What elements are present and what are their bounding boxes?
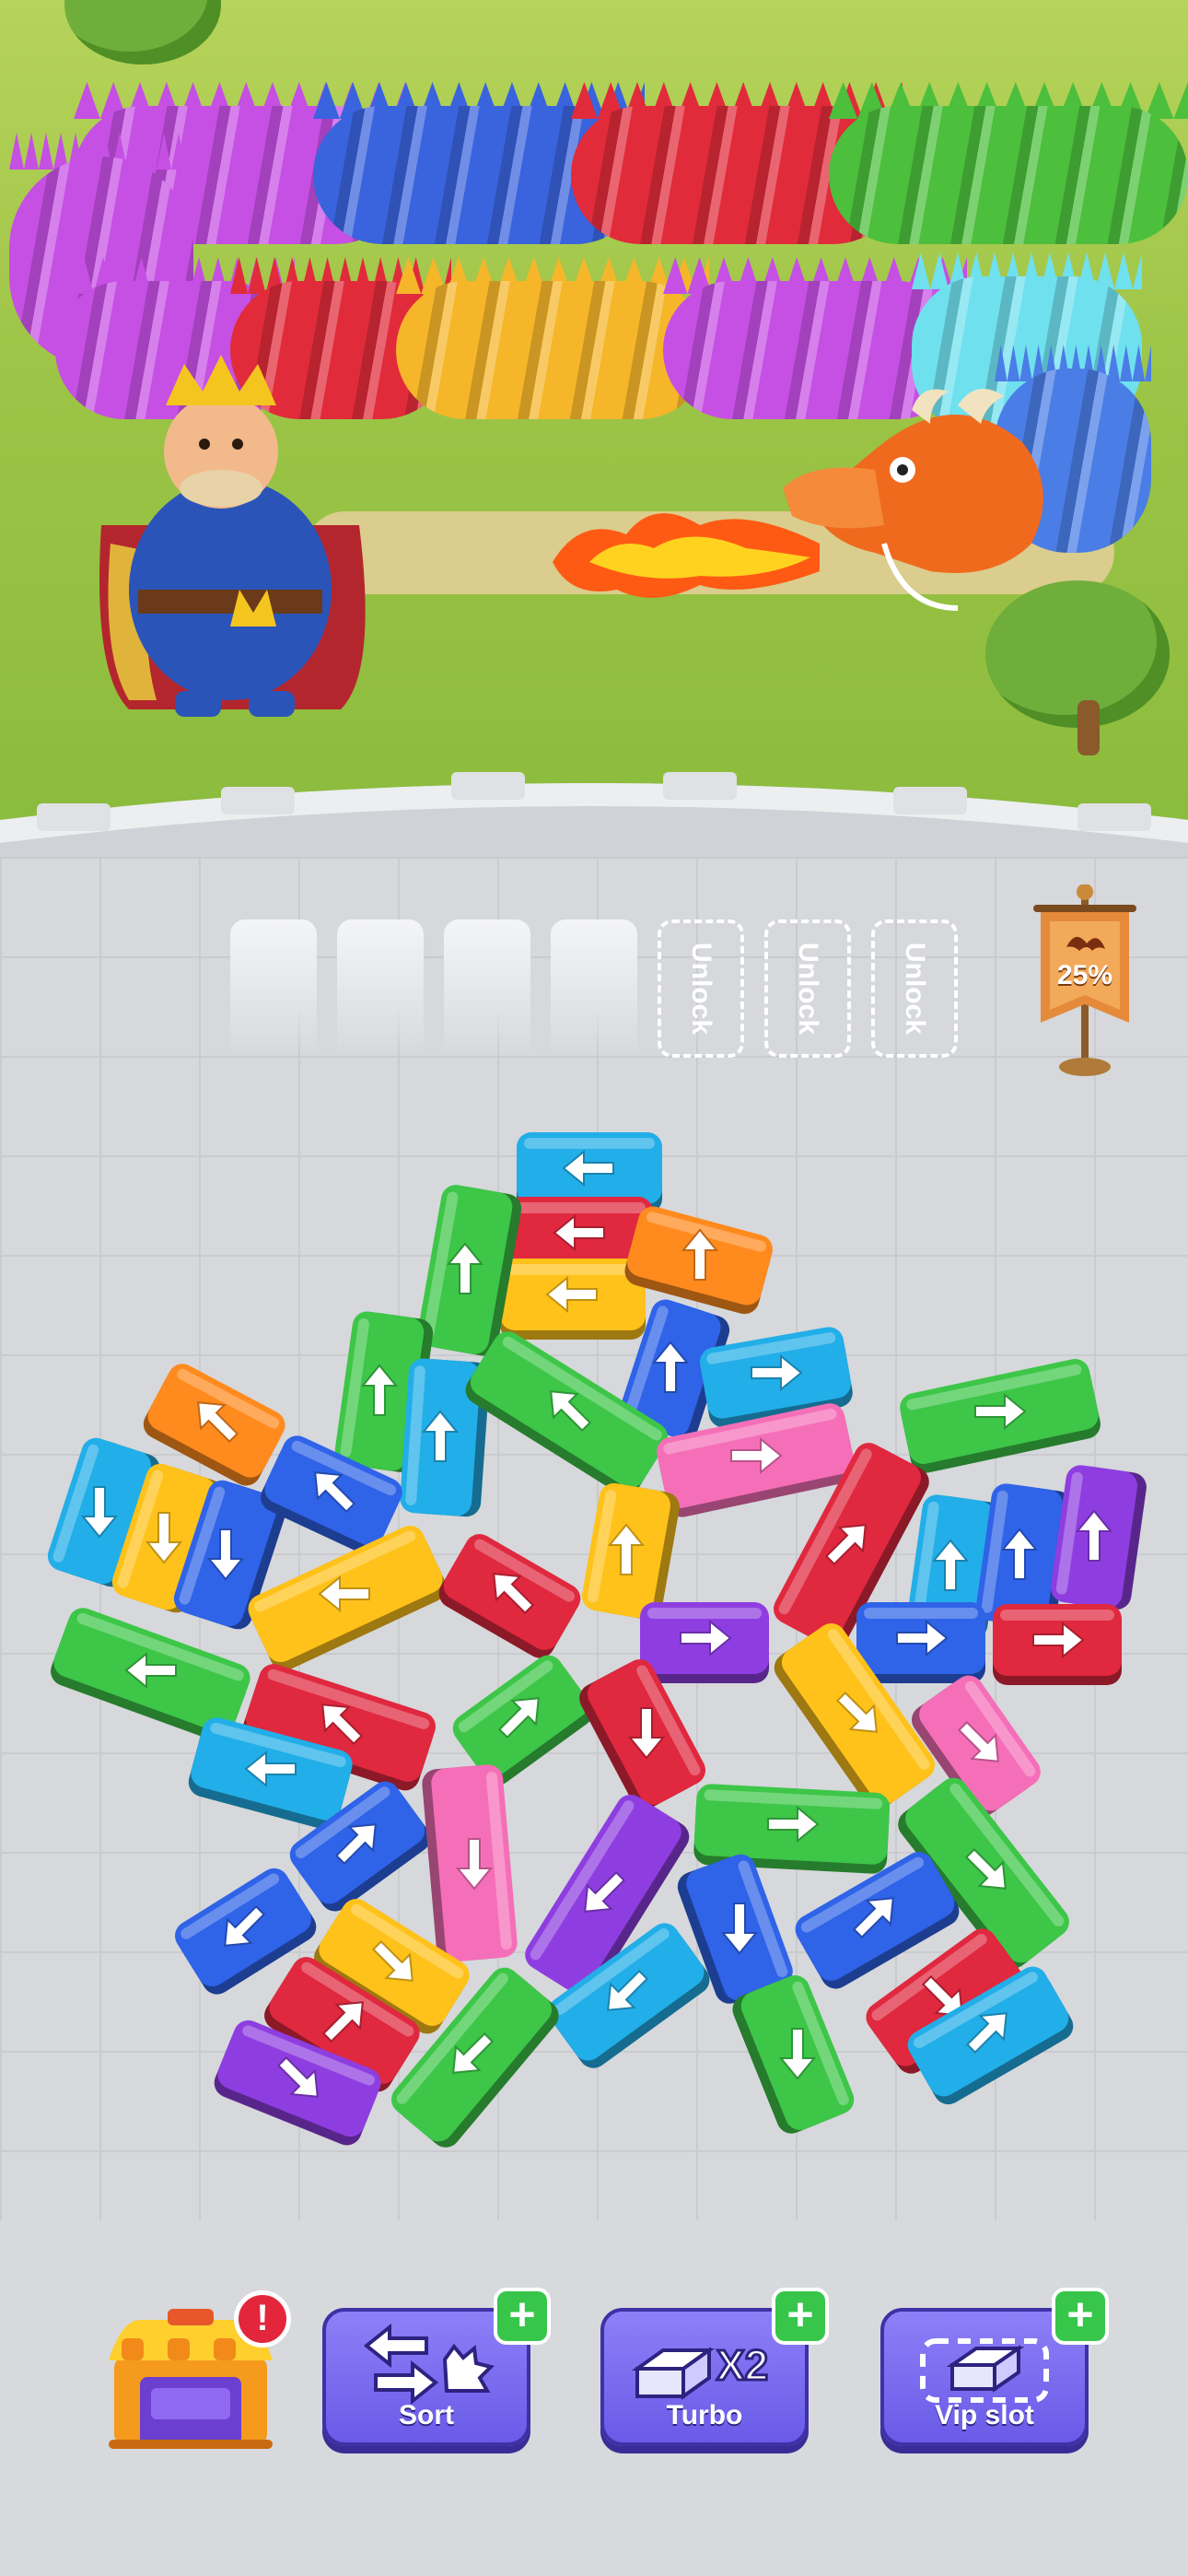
block-purple-right[interactable] <box>640 1602 769 1683</box>
sort-icon <box>363 2323 495 2406</box>
turbo-icon: X2 <box>631 2340 770 2400</box>
turbo-label: Turbo <box>666 2400 743 2430</box>
block-yellow-left[interactable] <box>500 1259 646 1340</box>
sort-button[interactable]: Sort + <box>322 2288 551 2446</box>
block-green-right[interactable] <box>897 1356 1103 1476</box>
block-green-down[interactable] <box>728 1971 859 2137</box>
block-purple-up[interactable] <box>1049 1463 1148 1611</box>
sort-label: Sort <box>399 2400 454 2430</box>
block-red-up-left[interactable] <box>434 1528 586 1663</box>
blocks-layer <box>0 0 1188 2576</box>
block-pink-down[interactable] <box>421 1763 518 1963</box>
block-red-right[interactable] <box>993 1604 1122 1685</box>
vip-slot-icon <box>920 2338 1049 2403</box>
vip-slot-label: Vip slot <box>935 2400 1034 2430</box>
turbo-multiplier: X2 <box>716 2341 768 2389</box>
add-turbo-button[interactable]: + <box>772 2288 829 2345</box>
block-blue-right[interactable] <box>856 1602 985 1683</box>
block-yellow-up[interactable] <box>579 1481 681 1622</box>
alert-badge: ! <box>234 2290 291 2348</box>
turbo-button[interactable]: X2 Turbo + <box>600 2288 829 2446</box>
add-sort-button[interactable]: + <box>494 2288 551 2345</box>
add-vip-slot-button[interactable]: + <box>1052 2288 1109 2345</box>
blocks-svg <box>47 1132 1148 2148</box>
vip-slot-button[interactable]: Vip slot + <box>880 2288 1109 2446</box>
